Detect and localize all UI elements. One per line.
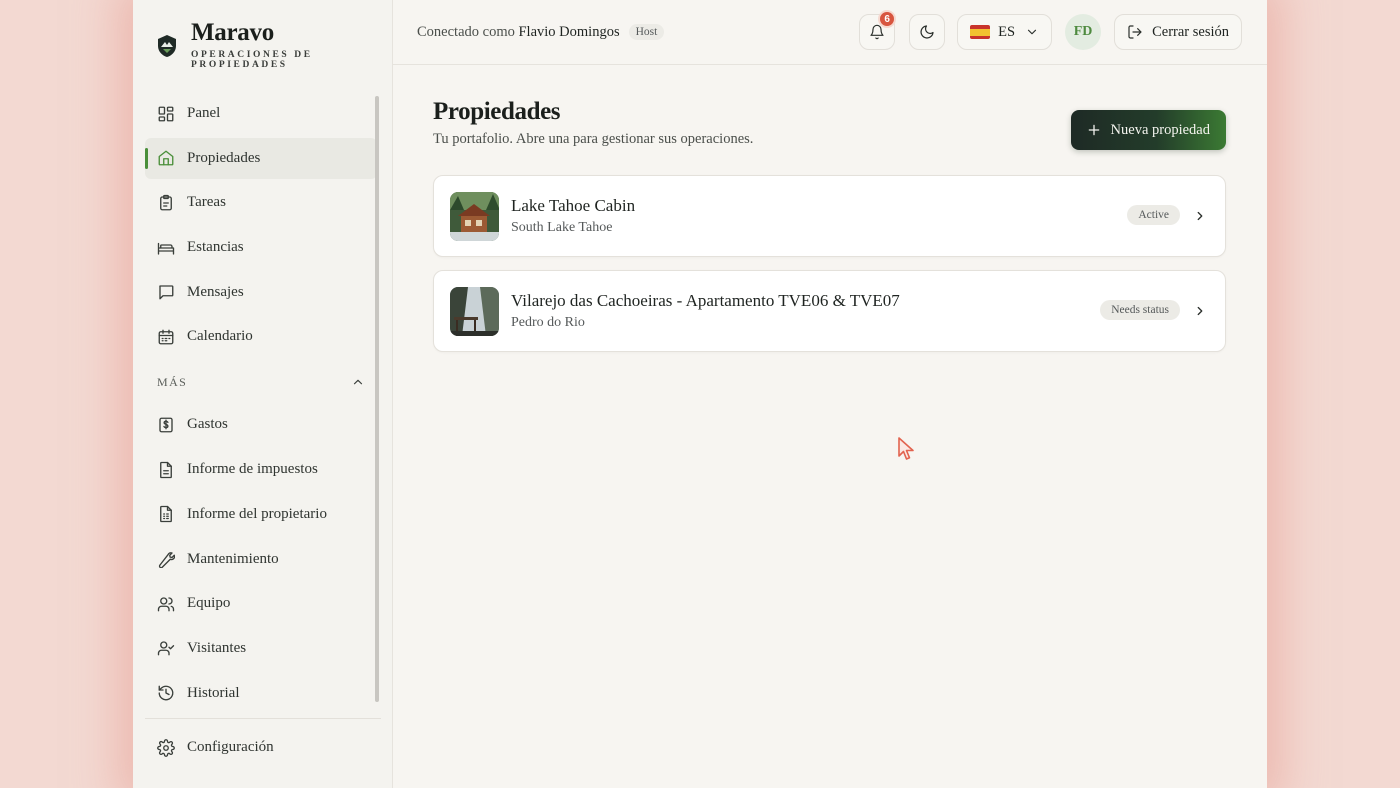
- chevron-up-icon: [353, 380, 363, 385]
- sidebar-item-panel[interactable]: Panel: [145, 93, 377, 134]
- sidebar: Maravo OPERACIONES DE PROPIEDADES Panel …: [133, 0, 393, 788]
- clipboard-icon: [160, 194, 172, 211]
- role-badge: Host: [628, 24, 665, 40]
- sidebar-item-informe-propietario[interactable]: Informe del propietario: [145, 494, 377, 535]
- topbar: Conectado como Flavio Domingos Host 6 ES…: [393, 0, 1267, 65]
- logout-button[interactable]: Cerrar sesión: [1114, 14, 1242, 50]
- avatar[interactable]: FD: [1065, 14, 1102, 50]
- history-icon: [158, 685, 174, 701]
- sidebar-item-label: Informe de impuestos: [187, 461, 318, 478]
- sidebar-footer: Configuración: [145, 718, 381, 772]
- property-info: Lake Tahoe Cabin South Lake Tahoe: [511, 196, 635, 236]
- dashboard-icon: [158, 106, 174, 121]
- user-name: Flavio Domingos: [518, 23, 620, 40]
- message-icon: [159, 285, 174, 300]
- theme-toggle-button[interactable]: [909, 14, 946, 50]
- language-code: ES: [998, 23, 1016, 40]
- sidebar-item-tareas[interactable]: Tareas: [145, 182, 377, 223]
- property-info: Vilarejo das Cachoeiras - Apartamento TV…: [511, 291, 900, 331]
- section-toggle-mas[interactable]: MÁS: [145, 362, 377, 402]
- logout-icon: [1128, 25, 1142, 39]
- sidebar-item-label: Historial: [187, 684, 240, 701]
- chevron-down-icon: [1028, 29, 1037, 35]
- sidebar-item-label: Mantenimiento: [187, 550, 279, 567]
- user-check-icon: [157, 641, 175, 656]
- calendar-icon: [158, 329, 174, 345]
- property-thumbnail: [450, 286, 499, 336]
- language-select[interactable]: ES: [957, 14, 1053, 50]
- spain-flag-icon: [970, 25, 991, 39]
- brand[interactable]: Maravo OPERACIONES DE PROPIEDADES: [133, 0, 392, 92]
- sidebar-item-label: Equipo: [187, 595, 231, 612]
- new-property-label: Nueva propiedad: [1110, 121, 1210, 138]
- home-icon: [158, 150, 174, 166]
- sidebar-item-mantenimiento[interactable]: Mantenimiento: [145, 539, 377, 580]
- property-name: Lake Tahoe Cabin: [511, 196, 636, 215]
- sidebar-item-gastos[interactable]: Gastos: [145, 404, 377, 445]
- brand-subtitle: OPERACIONES DE PROPIEDADES: [191, 50, 313, 70]
- sidebar-item-label: Tareas: [187, 194, 226, 211]
- sidebar-item-informe-impuestos[interactable]: Informe de impuestos: [145, 449, 377, 490]
- sidebar-item-equipo[interactable]: Equipo: [145, 583, 377, 624]
- mouse-cursor-icon: [898, 437, 914, 460]
- property-card[interactable]: Lake Tahoe Cabin South Lake Tahoe Active: [433, 175, 1226, 257]
- sidebar-item-label: Visitantes: [187, 639, 247, 656]
- status-badge: Needs status: [1100, 300, 1180, 320]
- connected-as: Conectado como Flavio Domingos: [417, 24, 620, 41]
- main-area: Conectado como Flavio Domingos Host 6 ES…: [393, 0, 1267, 788]
- status-badge: Active: [1127, 205, 1180, 225]
- properties-page: Propiedades Tu portafolio. Abre una para…: [433, 98, 1226, 352]
- section-label: MÁS: [157, 374, 188, 389]
- notifications-button[interactable]: 6: [859, 10, 897, 50]
- document-icon: [160, 461, 172, 478]
- property-location: South Lake Tahoe: [511, 220, 613, 235]
- sidebar-item-label: Informe del propietario: [187, 505, 327, 522]
- sidebar-item-label: Propiedades: [187, 149, 261, 166]
- top-actions: 6 ES FD Cerrar sesión: [859, 10, 1242, 50]
- gear-icon: [157, 738, 175, 757]
- logout-label: Cerrar sesión: [1152, 23, 1229, 40]
- wrench-icon: [158, 552, 175, 568]
- chevron-right-icon: [1197, 211, 1203, 221]
- dollar-icon: [159, 417, 173, 433]
- sidebar-item-label: Mensajes: [187, 283, 244, 300]
- new-property-button[interactable]: Nueva propiedad: [1070, 110, 1226, 150]
- property-name: Vilarejo das Cachoeiras - Apartamento TV…: [511, 291, 900, 310]
- sidebar-item-configuracion[interactable]: Configuración: [145, 727, 381, 768]
- sidebar-nav: Panel Propiedades Tareas Estancias Mensa…: [145, 93, 377, 717]
- brand-name: Maravo: [191, 19, 274, 46]
- sidebar-item-calendario[interactable]: Calendario: [145, 316, 377, 357]
- sidebar-item-propiedades[interactable]: Propiedades: [145, 137, 377, 179]
- moon-icon: [920, 25, 934, 39]
- sidebar-item-visitantes[interactable]: Visitantes: [145, 628, 377, 669]
- property-card[interactable]: Vilarejo das Cachoeiras - Apartamento TV…: [433, 270, 1226, 352]
- sidebar-item-historial[interactable]: Historial: [145, 673, 377, 714]
- users-icon: [157, 597, 175, 612]
- sidebar-item-label: Panel: [187, 105, 221, 121]
- sidebar-item-label: Calendario: [187, 328, 253, 345]
- property-location: Pedro do Rio: [511, 315, 585, 330]
- sidebar-item-label: Configuración: [187, 739, 274, 755]
- bed-icon: [157, 242, 175, 255]
- sidebar-item-label: Gastos: [187, 416, 228, 433]
- report-icon: [160, 506, 172, 523]
- app-window: Maravo OPERACIONES DE PROPIEDADES Panel …: [133, 0, 1267, 788]
- sidebar-item-label: Estancias: [187, 239, 244, 256]
- chevron-right-icon: [1197, 306, 1203, 316]
- property-thumbnail: [450, 191, 499, 241]
- sidebar-item-mensajes[interactable]: Mensajes: [145, 272, 377, 313]
- logo-icon: [158, 35, 176, 57]
- sidebar-item-estancias[interactable]: Estancias: [145, 227, 377, 268]
- sidebar-scrollbar[interactable]: [375, 96, 379, 702]
- notification-count-badge: 6: [878, 10, 897, 28]
- property-list: Lake Tahoe Cabin South Lake Tahoe Active: [433, 175, 1226, 365]
- connected-prefix: Conectado como: [417, 23, 515, 40]
- plus-icon: [1088, 124, 1099, 136]
